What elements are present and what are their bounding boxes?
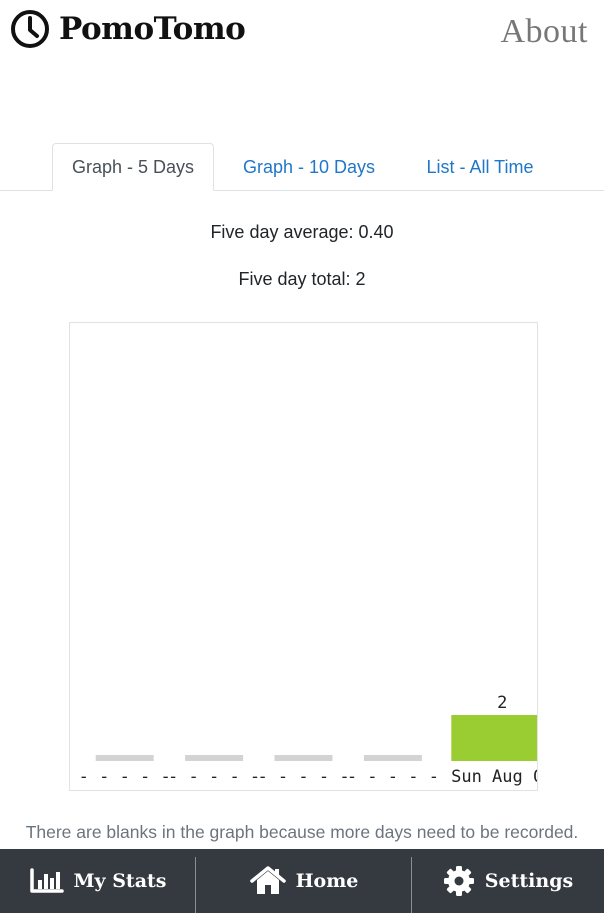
app-title: PomoTomo xyxy=(59,11,246,47)
five-day-average: Five day average: 0.40 xyxy=(0,222,604,243)
tab-list-all-time[interactable]: List - All Time xyxy=(407,143,553,191)
nav-my-stats-label: My Stats xyxy=(73,870,167,892)
bottom-nav: My Stats Home Settings xyxy=(0,849,604,913)
gear-icon xyxy=(443,866,474,896)
app-header: PomoTomo About xyxy=(0,0,604,70)
about-link[interactable]: About xyxy=(501,12,589,52)
tab-graph-5-days[interactable]: Graph - 5 Days xyxy=(52,143,214,191)
chart-value-label: 2 xyxy=(497,693,507,713)
average-text: Five day average: 0.40 xyxy=(210,222,394,242)
chart-placeholder-bar xyxy=(363,755,422,761)
chart-category-label: Sun Aug 04 xyxy=(451,767,537,787)
chart-bar xyxy=(451,715,537,761)
chart-category-label: - - - - - xyxy=(79,767,171,787)
nav-home[interactable]: Home xyxy=(196,849,412,913)
nav-home-label: Home xyxy=(295,870,359,892)
nav-my-stats[interactable]: My Stats xyxy=(0,849,196,913)
chart-category-label: - - - - - xyxy=(168,767,260,787)
five-day-total: Five day total: 2 xyxy=(0,269,604,290)
blanks-note: There are blanks in the graph because mo… xyxy=(25,822,579,842)
bar-chart-icon xyxy=(29,868,64,893)
chart-placeholder-bar xyxy=(95,755,154,761)
stats-tabs: Graph - 5 Days Graph - 10 Days List - Al… xyxy=(0,143,604,191)
total-text: Five day total: 2 xyxy=(238,269,366,289)
nav-settings-label: Settings xyxy=(484,870,574,892)
chart-category-label: - - - - - xyxy=(347,767,439,787)
chart-category-label: - - - - - xyxy=(257,767,349,787)
home-icon xyxy=(249,866,286,894)
tab-graph-10-days[interactable]: Graph - 10 Days xyxy=(225,143,393,191)
chart-placeholder-bar xyxy=(185,755,244,761)
five-day-chart: - - - - -- - - - -- - - - -- - - - -2 Sun… xyxy=(69,322,538,791)
clock-icon xyxy=(11,10,49,48)
chart-placeholder-bar xyxy=(274,755,333,761)
nav-settings[interactable]: Settings xyxy=(412,849,604,913)
chart-svg: - - - - -- - - - -- - - - -- - - - -2Sun… xyxy=(79,693,537,787)
brand-link[interactable]: PomoTomo xyxy=(10,9,246,49)
